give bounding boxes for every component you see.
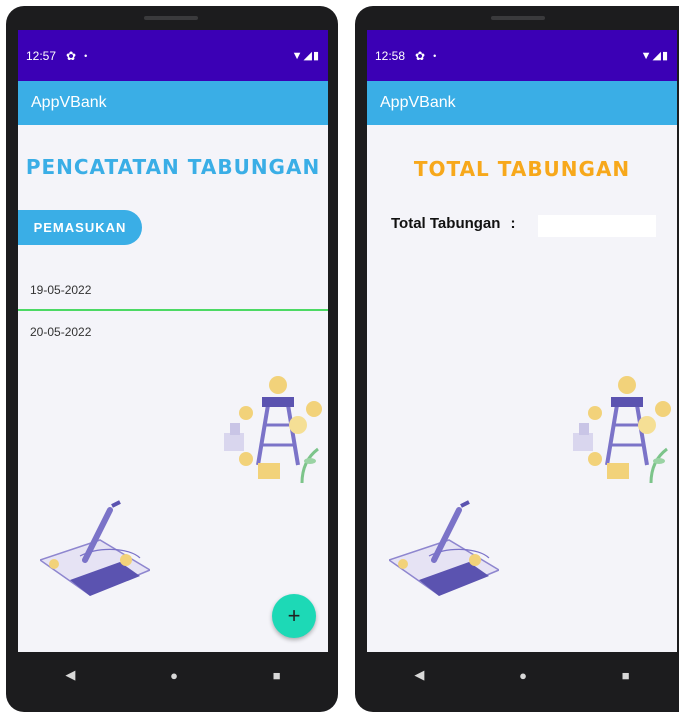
notification-dot: • [433,50,437,61]
app-title: AppVBank [380,94,456,111]
page-title: PENCATATAN TABUNGAN [25,155,321,179]
add-fab-button[interactable]: + [272,594,316,638]
app-bar: AppVBank [18,81,328,125]
wifi-signal-battery-icon: ▼◢▮ [291,50,320,62]
date-text: 19-05-2022 [30,283,92,297]
screen-pencatatan: 12:57 ✿ • ▼◢▮ AppVBank PENCATATAN TABUNG… [18,30,328,652]
wifi-signal-battery-icon: ▼◢▮ [640,50,669,62]
total-value-field [538,215,656,237]
speaker-grille [144,16,198,20]
screen-total: 12:58 ✿ • ▼◢▮ AppVBank TOTAL TABUNGAN To… [367,30,677,652]
recents-nav-icon[interactable]: ■ [622,668,630,683]
speaker-grille [491,16,545,20]
list-divider [18,309,328,311]
back-nav-icon[interactable]: ◀ [414,667,424,683]
nav-bar: ◀ ● ■ [367,652,677,698]
status-time: 12:58 [375,48,406,63]
date-text: 20-05-2022 [30,325,92,339]
list-item[interactable]: 19-05-2022 [18,275,328,305]
total-label: Total Tabungan [391,215,501,232]
calendar-pen-illustration [389,500,499,596]
status-bar: 12:58 ✿ • ▼◢▮ [367,30,677,81]
savings-date-list: 19-05-2022 20-05-2022 [18,275,328,347]
pemasukan-button[interactable]: PEMASUKAN [18,210,142,245]
nav-bar: ◀ ● ■ [18,652,328,698]
status-bar: 12:57 ✿ • ▼◢▮ [18,30,328,81]
gear-icon: ✿ [66,48,77,63]
home-nav-icon[interactable]: ● [170,668,178,683]
calendar-pen-illustration [40,500,150,596]
page-title: TOTAL TABUNGAN [413,157,631,181]
coin-tower-illustration [224,376,322,484]
status-time: 12:57 [26,48,57,63]
app-bar: AppVBank [367,81,677,125]
list-item[interactable]: 20-05-2022 [18,317,328,347]
coin-tower-illustration [573,376,671,484]
notification-dot: • [84,50,88,61]
recents-nav-icon[interactable]: ■ [273,668,281,683]
app-title: AppVBank [31,94,107,111]
total-separator: : [510,215,516,232]
phone-frame-total: 12:58 ✿ • ▼◢▮ AppVBank TOTAL TABUNGAN To… [355,6,679,712]
home-nav-icon[interactable]: ● [519,668,527,683]
total-row: Total Tabungan : [391,215,515,232]
gear-icon: ✿ [415,48,426,63]
phone-frame-pencatatan: 12:57 ✿ • ▼◢▮ AppVBank PENCATATAN TABUNG… [6,6,338,712]
back-nav-icon[interactable]: ◀ [65,667,75,683]
